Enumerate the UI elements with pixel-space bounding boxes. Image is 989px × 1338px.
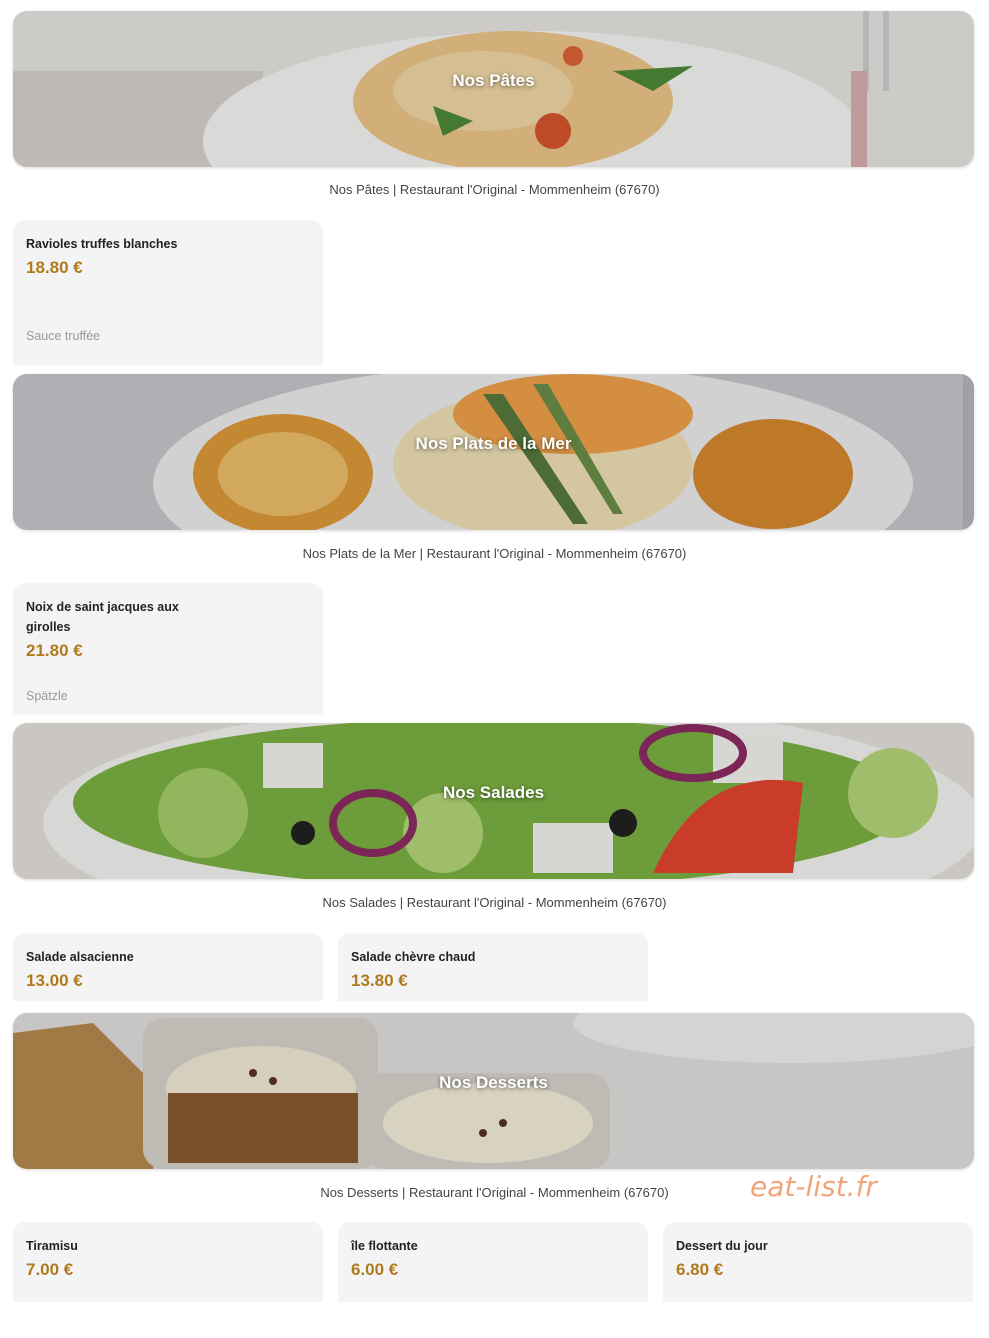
menu-item-price: 13.00 € [26,971,83,990]
section-caption: Nos Salades | Restaurant l'Original - Mo… [322,895,667,910]
menu-item-card[interactable]: Dessert du jour 6.80 € [663,1222,973,1302]
menu-item-price: 6.80 € [676,1260,724,1279]
section-title: Nos Plats de la Mer [415,434,572,453]
menu-item-description: Spätzle [26,689,68,703]
section-title: Nos Desserts [439,1073,548,1092]
menu-item-card[interactable]: Salade chèvre chaud 13.80 € [338,933,648,1001]
section-banner-desserts: Nos Desserts [13,1013,974,1169]
section-caption: Nos Pâtes | Restaurant l'Original - Momm… [329,182,660,197]
menu-item-price: 13.80 € [351,971,408,990]
menu-item-card[interactable]: Salade alsacienne 13.00 € [13,933,323,1001]
menu-item-price: 7.00 € [26,1260,74,1279]
menu-item-name: Dessert du jour [676,1239,768,1253]
menu-item-name: île flottante [351,1239,418,1253]
menu-item-card[interactable]: île flottante 6.00 € [338,1222,648,1302]
menu-item-name: Noix de saint jacques aux girolles [26,600,179,634]
menu-item-name: Ravioles truffes blanches [26,237,178,251]
menu-item-name: Salade chèvre chaud [351,950,476,964]
menu-item-card[interactable]: Ravioles truffes blanches 18.80 € Sauce … [13,220,323,365]
section-title: Nos Salades [442,783,545,802]
watermark-logo: eat-list.fr [750,1170,877,1203]
section-caption: Nos Plats de la Mer | Restaurant l'Origi… [302,546,687,561]
section-banner-salades: Nos Salades [13,723,974,879]
section-title: Nos Pâtes [452,71,535,90]
section-banner-plats-de-la-mer: Nos Plats de la Mer [13,374,974,530]
menu-item-description: Sauce truffée [26,329,101,343]
menu-item-price: 21.80 € [26,641,83,660]
section-banner-pates: Nos Pâtes [13,11,974,167]
menu-item-card[interactable]: Noix de saint jacques aux girolles 21.80… [13,583,323,715]
menu-item-name: Salade alsacienne [26,950,134,964]
menu-item-name: Tiramisu [26,1239,78,1253]
menu-item-price: 18.80 € [26,258,83,277]
menu-item-price: 6.00 € [351,1260,399,1279]
menu-item-card[interactable]: Tiramisu 7.00 € [13,1222,323,1302]
